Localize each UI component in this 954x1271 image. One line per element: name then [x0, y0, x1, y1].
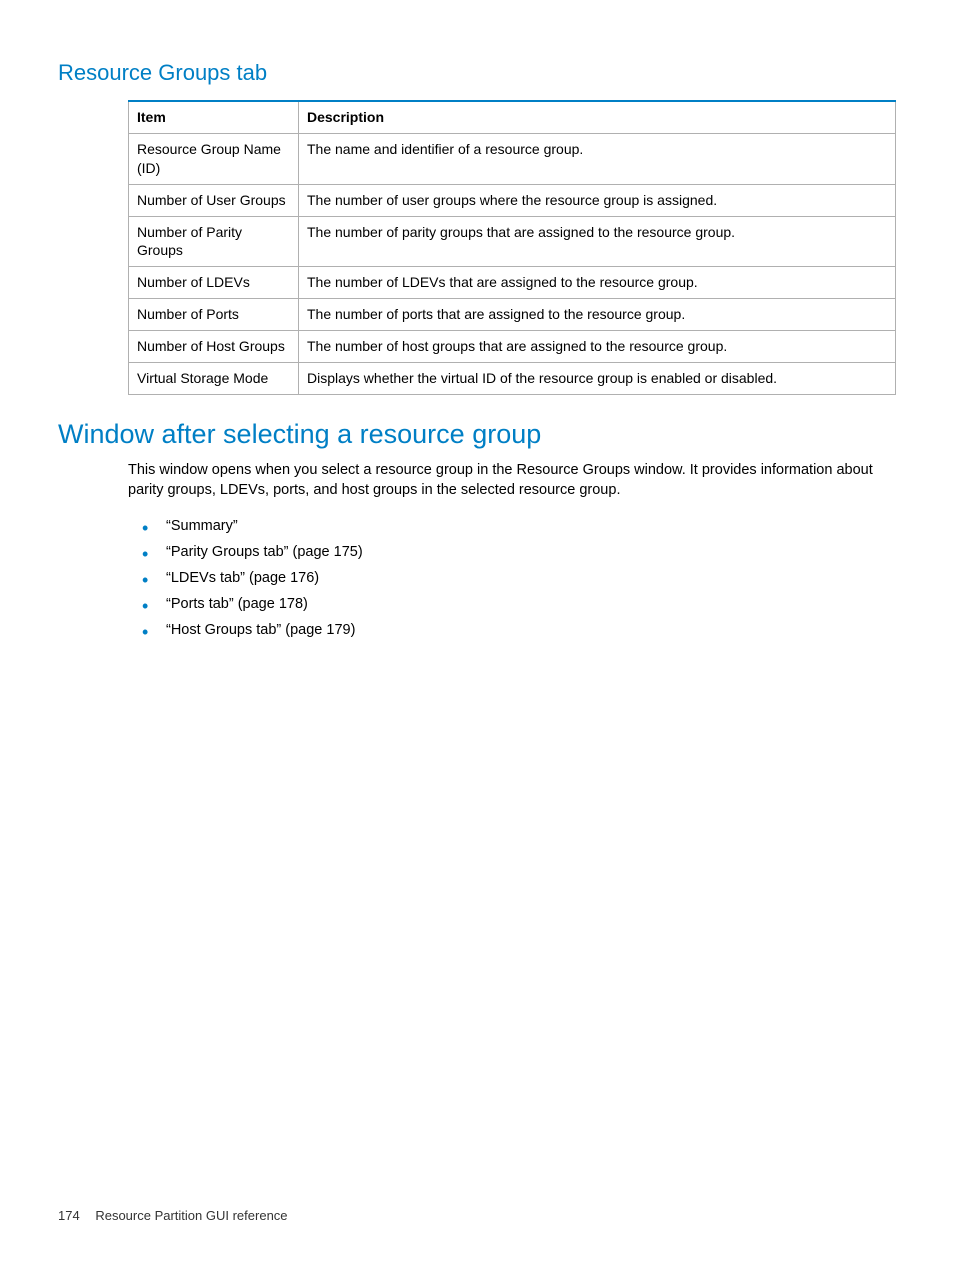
table-row: Number of Parity Groups The number of pa… — [129, 216, 896, 267]
table-cell-description: Displays whether the virtual ID of the r… — [299, 363, 896, 395]
list-item[interactable]: “LDEVs tab” (page 176) — [128, 565, 896, 591]
table-cell-description: The number of parity groups that are ass… — [299, 216, 896, 267]
resource-groups-table: Item Description Resource Group Name (ID… — [128, 100, 896, 395]
table-header-description: Description — [299, 101, 896, 133]
links-list: “Summary” “Parity Groups tab” (page 175)… — [128, 513, 896, 643]
table-cell-item: Number of LDEVs — [129, 267, 299, 299]
table-cell-item: Number of Host Groups — [129, 331, 299, 363]
table-cell-item: Resource Group Name (ID) — [129, 133, 299, 184]
table-header-item: Item — [129, 101, 299, 133]
table-row: Virtual Storage Mode Displays whether th… — [129, 363, 896, 395]
table-cell-description: The name and identifier of a resource gr… — [299, 133, 896, 184]
table-cell-description: The number of LDEVs that are assigned to… — [299, 267, 896, 299]
table-row: Number of Ports The number of ports that… — [129, 299, 896, 331]
table-cell-description: The number of ports that are assigned to… — [299, 299, 896, 331]
section-heading-window-after-selecting: Window after selecting a resource group — [58, 419, 896, 450]
table-cell-item: Number of Parity Groups — [129, 216, 299, 267]
list-item[interactable]: “Ports tab” (page 178) — [128, 591, 896, 617]
table-cell-item: Virtual Storage Mode — [129, 363, 299, 395]
table-cell-item: Number of Ports — [129, 299, 299, 331]
list-item[interactable]: “Summary” — [128, 513, 896, 539]
list-item[interactable]: “Host Groups tab” (page 179) — [128, 617, 896, 643]
table-cell-item: Number of User Groups — [129, 184, 299, 216]
list-item[interactable]: “Parity Groups tab” (page 175) — [128, 539, 896, 565]
table-cell-description: The number of host groups that are assig… — [299, 331, 896, 363]
table-row: Resource Group Name (ID) The name and id… — [129, 133, 896, 184]
intro-paragraph: This window opens when you select a reso… — [128, 460, 896, 501]
table-row: Number of Host Groups The number of host… — [129, 331, 896, 363]
table-row: Number of LDEVs The number of LDEVs that… — [129, 267, 896, 299]
page-number: 174 — [58, 1208, 80, 1223]
section-heading-resource-groups-tab: Resource Groups tab — [58, 60, 896, 86]
footer-title: Resource Partition GUI reference — [95, 1208, 287, 1223]
page-footer: 174 Resource Partition GUI reference — [58, 1208, 288, 1223]
table-cell-description: The number of user groups where the reso… — [299, 184, 896, 216]
table-row: Number of User Groups The number of user… — [129, 184, 896, 216]
